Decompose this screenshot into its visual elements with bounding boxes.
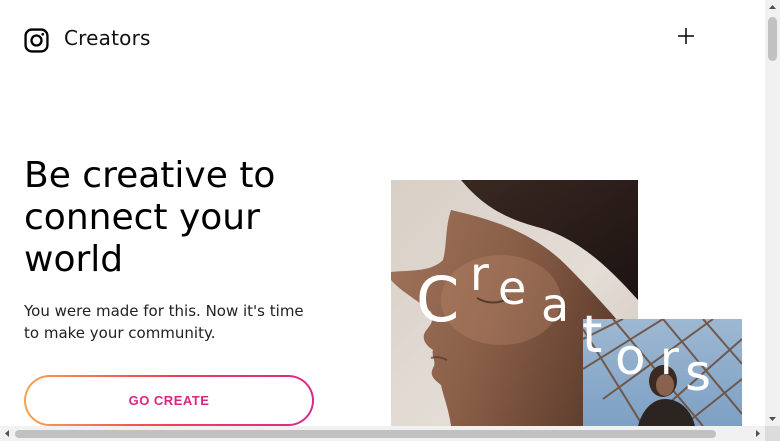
- secondary-photo: [583, 319, 742, 426]
- hero-subtitle: You were made for this. Now it's time to…: [24, 300, 324, 344]
- hero-title-line: Be creative to: [24, 155, 276, 196]
- hero-title: Be creative to connect your world: [24, 155, 354, 281]
- scrollbar-corner: [765, 426, 780, 441]
- go-create-button[interactable]: GO CREATE: [24, 375, 314, 426]
- hero-title-line: world: [24, 239, 124, 280]
- brand-name[interactable]: Creators: [64, 26, 151, 50]
- plus-icon[interactable]: [676, 26, 696, 46]
- vertical-scrollbar[interactable]: [765, 0, 780, 426]
- scroll-left-arrow-icon[interactable]: [0, 426, 15, 441]
- hero-subtitle-line: to make your community.: [24, 324, 216, 342]
- go-create-button-inner[interactable]: GO CREATE: [26, 377, 312, 424]
- site-header: Creators: [0, 0, 765, 80]
- hero-subtitle-line: You were made for this. Now it's time: [24, 302, 304, 320]
- vertical-scroll-thumb[interactable]: [768, 17, 777, 61]
- hero-title-line: connect your: [24, 197, 260, 238]
- scroll-right-arrow-icon[interactable]: [750, 426, 765, 441]
- scroll-up-arrow-icon[interactable]: [765, 0, 780, 15]
- horizontal-scrollbar[interactable]: [0, 426, 765, 441]
- instagram-logo-icon[interactable]: [24, 28, 49, 53]
- go-create-label: GO CREATE: [128, 393, 210, 408]
- horizontal-scroll-thumb[interactable]: [15, 430, 716, 438]
- scroll-down-arrow-icon[interactable]: [765, 411, 780, 426]
- page-viewport: Creators Be creative to connect your wor…: [0, 0, 765, 426]
